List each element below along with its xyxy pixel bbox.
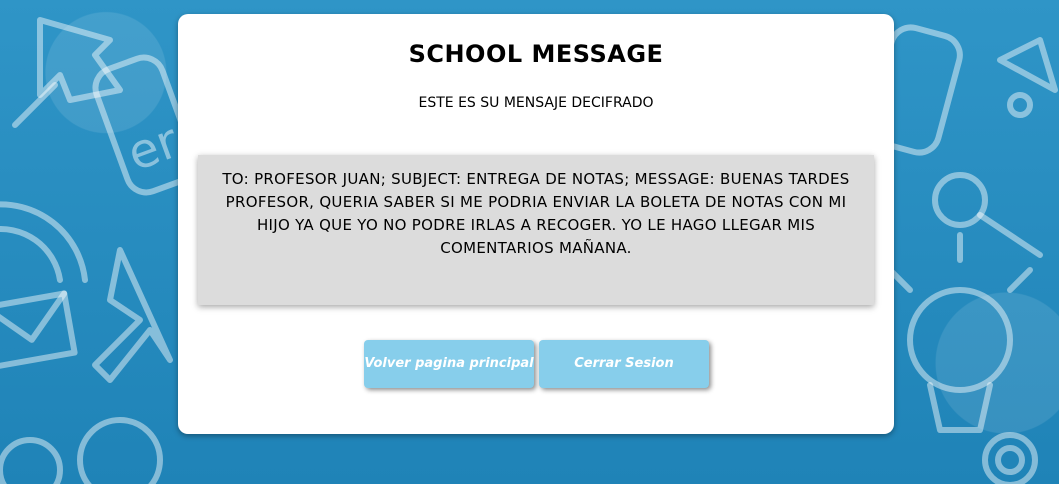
lightbulb-icon — [887, 232, 1033, 433]
logout-button[interactable]: Cerrar Sesion — [539, 340, 709, 388]
svg-text:er: er — [120, 113, 186, 183]
decrypted-message-text: TO: PROFESOR JUAN; SUBJECT: ENTREGA DE N… — [222, 170, 850, 257]
decrypted-message-box: TO: PROFESOR JUAN; SUBJECT: ENTREGA DE N… — [198, 155, 874, 305]
cursor-arrow-icon — [92, 247, 173, 383]
page-subtitle: ESTE ES SU MENSAJE DECIFRADO — [418, 95, 654, 111]
message-card: SCHOOL MESSAGE ESTE ES SU MENSAJE DECIFR… — [178, 14, 894, 434]
home-button[interactable]: Volver pagina principal — [364, 340, 534, 388]
wifi-icon — [0, 201, 88, 283]
bell-icon — [997, 37, 1058, 118]
page-title: SCHOOL MESSAGE — [408, 40, 664, 68]
envelope-icon — [0, 290, 78, 370]
magnifier-icon — [932, 172, 1043, 258]
